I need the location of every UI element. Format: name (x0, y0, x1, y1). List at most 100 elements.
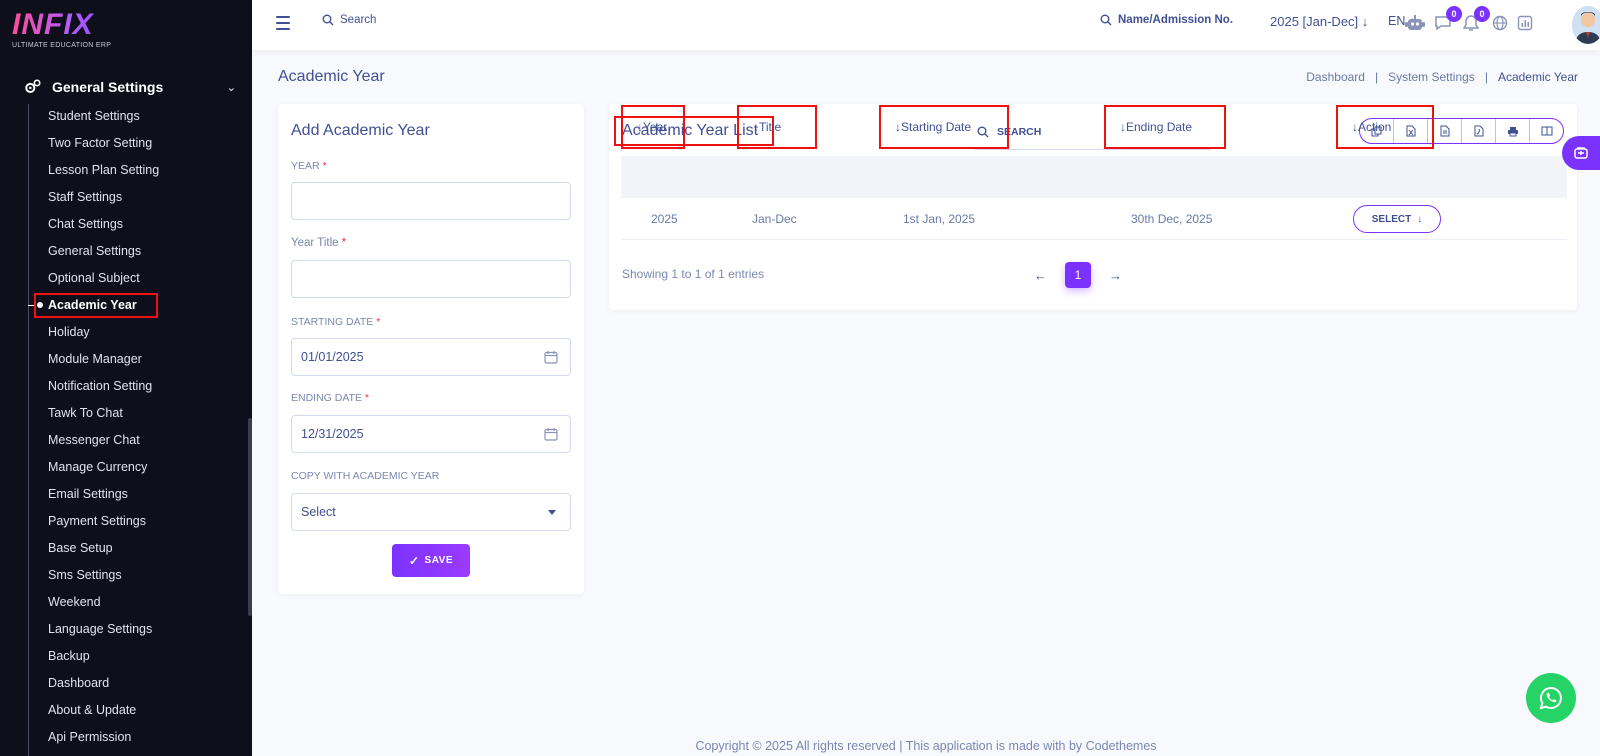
top-search-label: Search (340, 14, 377, 26)
sidebar-item-optional-subject[interactable]: Optional Subject (0, 265, 248, 292)
user-avatar[interactable] (1572, 6, 1600, 44)
column-label: Action (1358, 120, 1392, 134)
sidebar-item-general-settings[interactable]: General Settings (0, 238, 248, 265)
required-mark: * (376, 316, 381, 328)
year-title-input[interactable] (291, 260, 571, 298)
sidebar-item-tawk-to-chat[interactable]: Tawk To Chat (0, 400, 248, 427)
pdf-icon[interactable] (1462, 119, 1496, 143)
form-heading: Add Academic Year (291, 122, 430, 139)
page-number-button[interactable]: 1 (1065, 262, 1091, 288)
column-label: Year (643, 120, 668, 134)
whatsapp-icon[interactable] (1526, 673, 1576, 723)
sidebar-item-messenger-chat[interactable]: Messenger Chat (0, 427, 248, 454)
sidebar-item-email-settings[interactable]: Email Settings (0, 481, 248, 508)
prev-page-icon[interactable]: ← (1034, 268, 1047, 283)
starting-date-label: STARTING DATE * (291, 316, 380, 328)
top-search[interactable]: Search (322, 14, 376, 26)
sidebar-item-payment-settings[interactable]: Payment Settings (0, 508, 248, 535)
sidebar-item-backup[interactable]: Backup (0, 643, 248, 670)
column-label: Ending Date (1126, 120, 1193, 134)
sidebar-item-academic-year[interactable]: Academic Year (0, 292, 248, 319)
academic-year-list-card: Academic Year List SEARCH ↓ Year ↓ Title ↓… (609, 104, 1577, 310)
row-select-button[interactable]: SELECT ↓ (1353, 205, 1441, 233)
name-admission-search[interactable]: Name/Admission No. (1100, 14, 1233, 26)
ending-date-value: 12/31/2025 (301, 427, 364, 441)
year-label: YEAR * (291, 160, 327, 172)
sidebar-item-module-manager[interactable]: Module Manager (0, 346, 248, 373)
sidebar-item-manage-currency[interactable]: Manage Currency (0, 454, 248, 481)
sidebar-item-student-settings[interactable]: Student Settings (0, 103, 248, 130)
sidebar-item-sms-settings[interactable]: Sms Settings (0, 562, 248, 589)
column-header-title[interactable]: ↓ Title (737, 105, 817, 149)
breadcrumb-academic-year: Academic Year (1497, 70, 1578, 84)
arrow-down-icon: ↓ (1417, 213, 1423, 225)
bell-icon[interactable]: 0 (1460, 6, 1490, 34)
menu-toggle-icon[interactable] (276, 16, 290, 30)
column-label: Starting Date (901, 120, 972, 134)
sidebar-item-base-setup[interactable]: Base Setup (0, 535, 248, 562)
sidebar-item-chat-settings[interactable]: Chat Settings (0, 211, 248, 238)
sidebar-item-staff-settings[interactable]: Staff Settings (0, 184, 248, 211)
ending-date-input[interactable]: 12/31/2025 (291, 415, 571, 453)
sidebar-item-dashboard[interactable]: Dashboard (0, 670, 248, 697)
column-header-year[interactable]: ↓ Year (621, 105, 685, 149)
breadcrumb-dashboard[interactable]: Dashboard (1306, 70, 1365, 84)
cell-ending-date: 30th Dec, 2025 (1131, 212, 1213, 226)
column-header-ending-date[interactable]: ↓ Ending Date (1104, 105, 1226, 149)
sidebar-item-language-settings[interactable]: Language Settings (0, 616, 248, 643)
select-label: SELECT (1371, 213, 1412, 225)
logo[interactable]: INFIX ULTIMATE EDUCATION ERP (12, 8, 132, 58)
columns-icon[interactable] (1530, 119, 1563, 143)
calendar-icon[interactable] (544, 350, 558, 364)
save-button[interactable]: ✓ SAVE (392, 544, 470, 577)
calendar-icon[interactable] (544, 427, 558, 441)
cell-year: 2025 (651, 212, 678, 226)
starting-date-label-text: STARTING DATE (291, 316, 374, 328)
sidebar-item-weekend[interactable]: Weekend (0, 589, 248, 616)
starting-date-input[interactable]: 01/01/2025 (291, 338, 571, 376)
arrow-down-icon: ↓ (1361, 14, 1369, 29)
sidebar-item-about-update[interactable]: About & Update (0, 697, 248, 724)
highlight-box (34, 293, 158, 318)
name-search-label: Name/Admission No. (1118, 14, 1234, 26)
robot-icon[interactable] (1404, 12, 1426, 34)
academic-year-selector[interactable]: 2025 [Jan-Dec] ↓ (1270, 14, 1368, 29)
gears-icon (25, 79, 41, 93)
year-title-label-text: Year Title (291, 237, 339, 249)
column-header-starting-date[interactable]: ↓ Starting Date (879, 105, 1009, 149)
logo-text: INFIX (12, 8, 132, 42)
breadcrumb-separator: | (1374, 70, 1379, 84)
sidebar-scrollbar[interactable] (248, 418, 252, 616)
globe-icon[interactable] (1489, 12, 1511, 34)
column-label: Title (759, 120, 782, 134)
year-input[interactable] (291, 182, 571, 220)
sidebar-item-lesson-plan-setting[interactable]: Lesson Plan Setting (0, 157, 248, 184)
required-mark: * (341, 237, 347, 249)
year-label-text: YEAR (291, 160, 320, 172)
footer-copyright: Copyright © 2025 All rights reserved | T… (695, 739, 1157, 753)
sidebar-item-holiday[interactable]: Holiday (0, 319, 248, 346)
search-icon (1100, 14, 1112, 26)
save-label: SAVE (424, 555, 454, 566)
breadcrumb-system-settings[interactable]: System Settings (1388, 70, 1475, 84)
sidebar-section-general-settings[interactable]: General Settings ⌄ (24, 76, 236, 98)
caret-down-icon (548, 510, 556, 515)
next-page-icon[interactable]: → (1109, 268, 1122, 283)
cell-starting-date: 1st Jan, 2025 (903, 212, 976, 226)
column-header-action[interactable]: ↓ Action (1336, 105, 1434, 149)
notification-badge: 0 (1474, 6, 1490, 22)
sidebar-item-notification-setting[interactable]: Notification Setting (0, 373, 248, 400)
table-header (621, 156, 1567, 198)
starting-date-value: 01/01/2025 (301, 350, 364, 364)
chat-icon[interactable]: 0 (1432, 6, 1462, 34)
copy-academic-year-select[interactable]: Select (291, 493, 571, 531)
breadcrumb: Dashboard | System Settings | Academic Y… (1306, 70, 1578, 84)
language-value: EN (1388, 14, 1406, 28)
cell-title: Jan-Dec (752, 212, 797, 226)
table-row: 2025 Jan-Dec 1st Jan, 2025 30th Dec, 202… (621, 198, 1567, 240)
sidebar-item-two-factor-setting[interactable]: Two Factor Setting (0, 130, 248, 157)
cart-icon[interactable] (1562, 136, 1600, 170)
print-icon[interactable] (1496, 119, 1530, 143)
sidebar-item-api-permission[interactable]: Api Permission (0, 724, 248, 751)
report-chart-icon[interactable] (1514, 12, 1536, 34)
